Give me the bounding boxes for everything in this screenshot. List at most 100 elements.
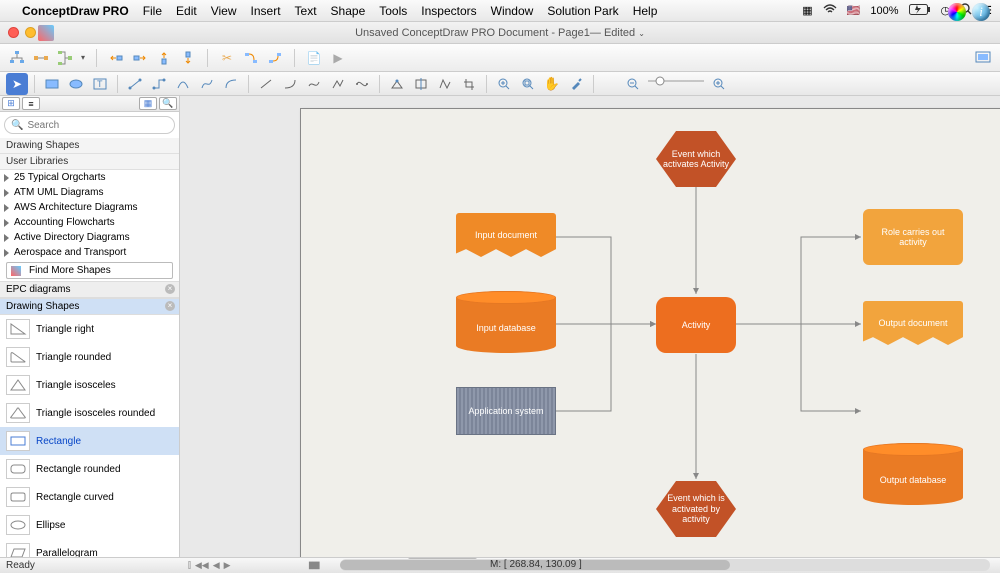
lib-25-typical-orgcharts[interactable]: 25 Typical Orgcharts (0, 170, 179, 185)
spline-tool-icon[interactable] (303, 73, 325, 95)
epc-diagrams-category[interactable]: EPC diagrams× (0, 281, 179, 298)
menu-insert[interactable]: Insert (251, 4, 281, 18)
lib-active-directory[interactable]: Active Directory Diagrams (0, 230, 179, 245)
snap-icon[interactable] (410, 73, 432, 95)
color-picker-ball-icon[interactable] (948, 3, 966, 21)
menu-solution-park[interactable]: Solution Park (547, 4, 618, 18)
wifi-menubar-icon[interactable] (823, 4, 837, 17)
presentation-tool-icon[interactable] (972, 47, 994, 69)
lib-accounting[interactable]: Accounting Flowcharts (0, 215, 179, 230)
connector-smart-icon[interactable] (148, 73, 170, 95)
page-first-icon[interactable]: ◀◀ (195, 560, 209, 571)
menu-file[interactable]: File (143, 4, 162, 18)
zoom-in-2-icon[interactable] (708, 73, 730, 95)
flag-menubar-icon[interactable]: 🇺🇸 (847, 4, 861, 17)
add-down-tool-icon[interactable] (177, 47, 199, 69)
add-left-tool-icon[interactable] (105, 47, 127, 69)
menu-inspectors[interactable]: Inspectors (421, 4, 476, 18)
menu-window[interactable]: Window (491, 4, 534, 18)
bezier-tool-icon[interactable] (351, 73, 373, 95)
zoom-in-icon[interactable] (493, 73, 515, 95)
node-application-system[interactable]: Application system (456, 387, 556, 435)
lib-aerospace[interactable]: Aerospace and Transport (0, 245, 179, 260)
menu-view[interactable]: View (211, 4, 237, 18)
connector-curve-icon[interactable] (196, 73, 218, 95)
unlink-tool-icon[interactable]: ✂ (216, 47, 238, 69)
node-activity[interactable]: Activity (656, 297, 736, 353)
page-tabs-icon[interactable]: ▮▮▮ (308, 560, 319, 571)
dropdown-arrow-icon[interactable]: ▾ (78, 47, 88, 69)
text-tool-icon[interactable]: T (89, 73, 111, 95)
ellipse-tool-icon[interactable] (65, 73, 87, 95)
shape-triangle-isosceles[interactable]: Triangle isosceles (0, 371, 179, 399)
menu-tools[interactable]: Tools (379, 4, 407, 18)
sidebar-tab-search[interactable]: 🔍 (159, 97, 177, 110)
connector-round-icon[interactable] (220, 73, 242, 95)
arc-tool-icon[interactable] (279, 73, 301, 95)
node-output-document[interactable]: Output document (863, 301, 963, 345)
shape-rectangle-curved[interactable]: Rectangle curved (0, 483, 179, 511)
find-more-shapes-button[interactable]: Find More Shapes (6, 262, 173, 279)
shape-ellipse[interactable]: Ellipse (0, 511, 179, 539)
node-input-database[interactable]: Input database (456, 291, 556, 353)
drawing-shapes-category[interactable]: Drawing Shapes× (0, 298, 179, 315)
add-up-tool-icon[interactable] (153, 47, 175, 69)
crop-icon[interactable] (458, 73, 480, 95)
grid-menubar-icon[interactable]: ▦ (802, 4, 812, 17)
polyline-tool-icon[interactable] (327, 73, 349, 95)
tree-tool-icon[interactable] (6, 47, 28, 69)
pointer-tool[interactable]: ➤ (6, 73, 28, 95)
close-window-button[interactable] (8, 27, 19, 38)
drawing-canvas[interactable]: Event which activates Activity Input doc… (180, 96, 1000, 557)
page-prev-icon[interactable]: ◀ (213, 560, 220, 571)
zoom-slider[interactable] (646, 74, 706, 93)
sidebar-tab-tree[interactable]: ⊞ (2, 97, 20, 110)
node-role[interactable]: Role carries out activity (863, 209, 963, 265)
edit-points-icon[interactable] (386, 73, 408, 95)
subtree-tool-icon[interactable] (54, 47, 76, 69)
close-category-icon[interactable]: × (165, 301, 175, 311)
lib-aws[interactable]: AWS Architecture Diagrams (0, 200, 179, 215)
zoom-fit-icon[interactable] (517, 73, 539, 95)
shape-rectangle-rounded[interactable]: Rectangle rounded (0, 455, 179, 483)
line-tool-icon[interactable] (255, 73, 277, 95)
add-right-tool-icon[interactable] (129, 47, 151, 69)
shape-triangle-rounded[interactable]: Triangle rounded (0, 343, 179, 371)
battery-charging-icon[interactable] (909, 4, 931, 18)
menu-shape[interactable]: Shape (331, 4, 366, 18)
horizontal-scrollbar[interactable] (340, 559, 990, 571)
info-ball-icon[interactable]: i (972, 3, 990, 21)
page-next-icon[interactable]: ▶ (224, 560, 231, 571)
lib-atm-uml[interactable]: ATM UML Diagrams (0, 185, 179, 200)
minimize-window-button[interactable] (25, 27, 36, 38)
library-search[interactable]: 🔍 (4, 116, 175, 134)
menu-text[interactable]: Text (295, 4, 317, 18)
close-category-icon[interactable]: × (165, 284, 175, 294)
sidebar-tab-grid[interactable]: ▦ (139, 97, 157, 110)
eyedropper-icon[interactable] (565, 73, 587, 95)
node-output-database[interactable]: Output database (863, 443, 963, 505)
menu-edit[interactable]: Edit (176, 4, 197, 18)
connector-arc-icon[interactable] (172, 73, 194, 95)
chain-tool-icon[interactable] (30, 47, 52, 69)
hypernote-tool-icon[interactable]: 📄 (303, 47, 325, 69)
rect-tool-icon[interactable] (41, 73, 63, 95)
library-search-input[interactable] (27, 120, 168, 131)
shape-triangle-right[interactable]: Triangle right (0, 315, 179, 343)
shape-parallelogram[interactable]: Parallelogram (0, 539, 179, 557)
shape-rectangle[interactable]: Rectangle (0, 427, 179, 455)
pan-hand-icon[interactable]: ✋ (541, 73, 563, 95)
app-name[interactable]: ConceptDraw PRO (22, 4, 129, 18)
sidebar-tab-list[interactable]: ≡ (22, 97, 40, 110)
menu-help[interactable]: Help (633, 4, 658, 18)
zoom-out-icon[interactable] (622, 73, 644, 95)
link-tool-icon[interactable] (240, 47, 262, 69)
node-input-document[interactable]: Input document (456, 213, 556, 257)
reshape-icon[interactable] (434, 73, 456, 95)
page-split-icon[interactable]: ⫿ (188, 560, 191, 571)
relink-tool-icon[interactable] (264, 47, 286, 69)
shape-triangle-isosceles-rounded[interactable]: Triangle isosceles rounded (0, 399, 179, 427)
hypernote-play-icon[interactable]: ▶ (327, 47, 349, 69)
page[interactable]: Event which activates Activity Input doc… (300, 108, 1000, 557)
connector-direct-icon[interactable] (124, 73, 146, 95)
